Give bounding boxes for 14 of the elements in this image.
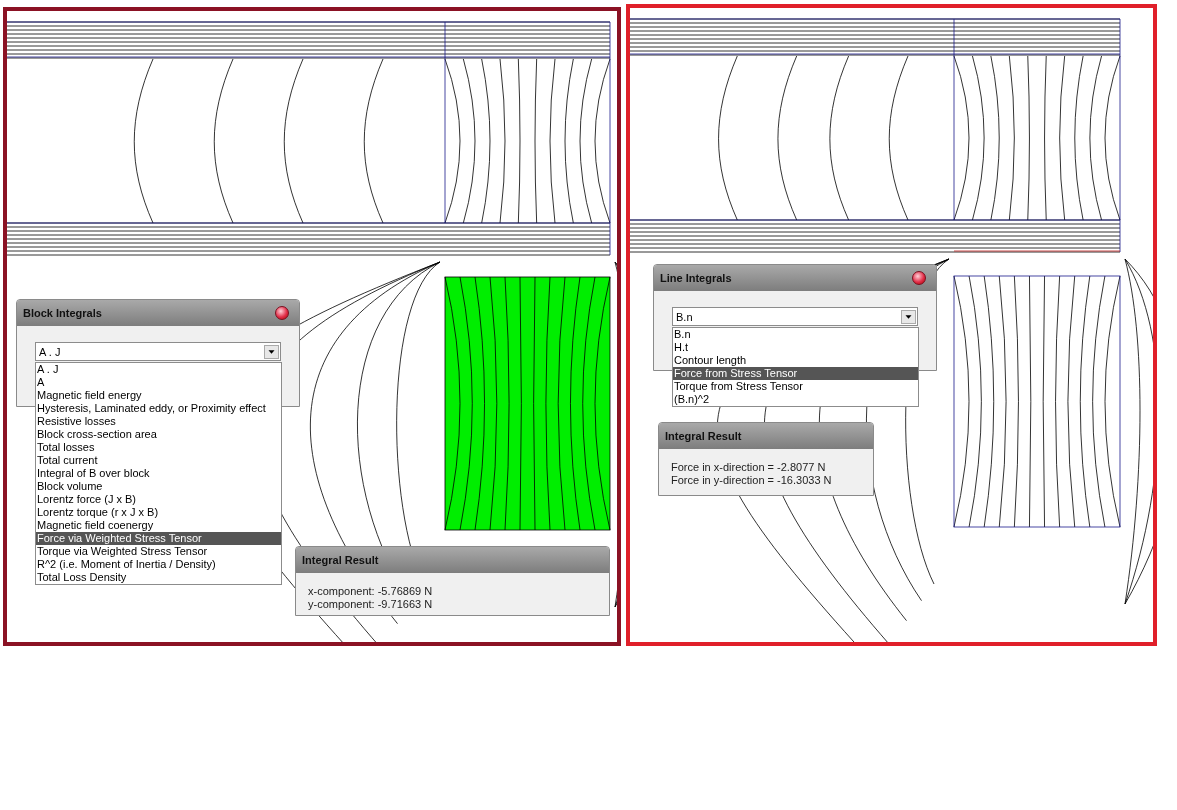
dialog-title: Block Integrals bbox=[23, 307, 102, 319]
list-option[interactable]: Force via Weighted Stress Tensor bbox=[36, 532, 281, 545]
close-button[interactable] bbox=[275, 306, 289, 320]
result-text: Force in x-direction = -2.8077 N bbox=[671, 461, 827, 474]
dialog-title: Integral Result bbox=[302, 554, 379, 566]
result-text: y-component: -9.71663 N bbox=[308, 598, 434, 611]
list-option[interactable]: Force from Stress Tensor bbox=[673, 367, 918, 380]
result-text: x-component: -5.76869 N bbox=[308, 585, 434, 598]
dropdown-field[interactable]: B.n bbox=[672, 307, 918, 326]
close-button[interactable] bbox=[912, 271, 926, 285]
dialog-title: Line Integrals bbox=[660, 272, 732, 284]
dialog-title: Integral Result bbox=[665, 430, 742, 442]
dropdown-field[interactable]: A . J bbox=[35, 342, 281, 361]
result-text: Force in y-direction = -16.3033 N bbox=[671, 474, 833, 487]
